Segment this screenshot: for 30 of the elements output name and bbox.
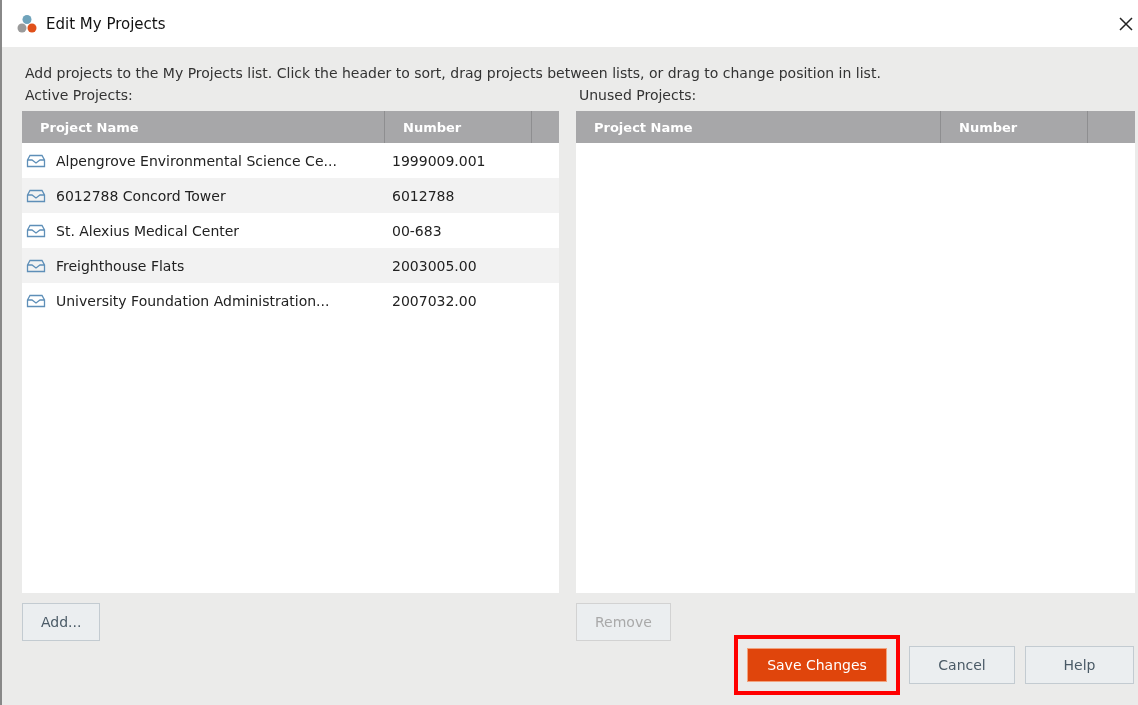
list-label: Active Projects: (25, 87, 134, 105)
save-button[interactable]: Save Changes (734, 635, 900, 695)
project-row[interactable]: St. Alexius Medical Center 00-683 (22, 213, 559, 248)
tray-icon (26, 223, 46, 238)
app-logo-icon (16, 13, 38, 34)
list-button[interactable]: Add... (22, 603, 101, 641)
tray-icon (26, 258, 46, 273)
project-name: St. Alexius Medical Center (56, 222, 240, 239)
project-name: 6012788 Concord Tower (56, 187, 226, 204)
project-row[interactable]: Alpengrove Environmental Science Ce... 1999009.001 (22, 143, 559, 178)
project-number: 2003005.00 (391, 257, 478, 274)
project-number: 00-683 (391, 222, 443, 239)
project-row[interactable]: University Foundation Administration... 2007032.00 (22, 283, 559, 318)
tray-icon (26, 153, 46, 168)
project-name: Alpengrove Environmental Science Ce... (56, 152, 337, 169)
project-row[interactable]: 6012788 Concord Tower 6012788 (22, 178, 559, 213)
dialog-button[interactable]: Help (1025, 646, 1134, 684)
dialog-button[interactable]: Cancel (909, 646, 1015, 684)
window-title: Edit My Projects (46, 14, 167, 33)
instructions-text: Add projects to the My Projects list. Click the header to sort, drag projects between lists, or drag to change position in list. (25, 65, 882, 81)
project-number: 2007032.00 (391, 292, 478, 309)
list-label: Unused Projects: (579, 87, 698, 105)
tray-icon (26, 188, 46, 203)
project-name: University Foundation Administration... (56, 292, 330, 309)
project-number: 6012788 (391, 187, 456, 204)
project-row[interactable]: Freighthouse Flats 2003005.00 (22, 248, 559, 283)
project-name: Freighthouse Flats (56, 257, 185, 274)
tray-icon (26, 293, 46, 308)
project-number: 1999009.001 (391, 152, 487, 169)
close-icon[interactable] (1118, 15, 1134, 32)
